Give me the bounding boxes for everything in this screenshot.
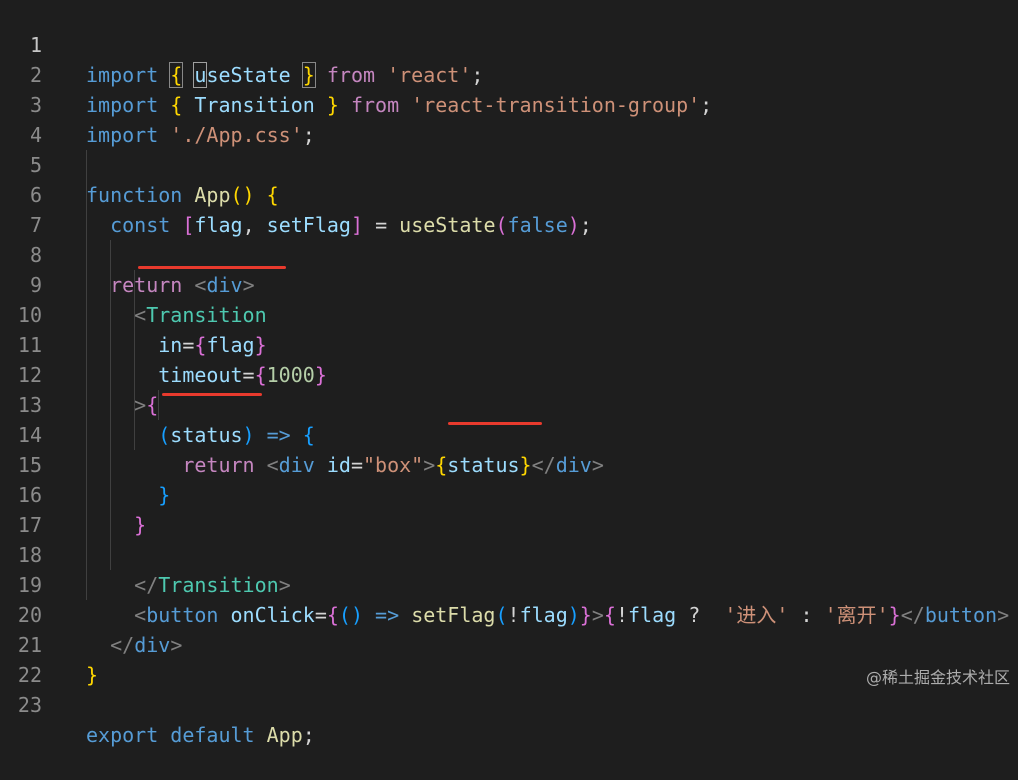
code-text: </div>: [110, 633, 183, 657]
code-text: function App() {: [86, 183, 279, 207]
code-line[interactable]: 15 }: [0, 420, 170, 507]
code-text: timeout={1000}: [158, 363, 327, 387]
line-number: 23: [17, 693, 42, 717]
code-editor[interactable]: 1 import { useState } from 'react'; 2 im…: [0, 0, 1018, 747]
code-line[interactable]: 9 <Transition: [0, 240, 267, 327]
code-line[interactable]: 3 import './App.css';: [0, 60, 315, 147]
code-text: return <div>: [110, 273, 255, 297]
code-text: }: [158, 483, 171, 507]
code-line[interactable]: 13 (status) => {: [0, 360, 315, 447]
code-text: const [flag, setFlag] = useState(false);: [110, 213, 592, 237]
code-line[interactable]: 21 }: [0, 600, 98, 687]
code-line[interactable]: 17: [0, 480, 48, 537]
code-line[interactable]: 7: [0, 180, 48, 237]
code-text: import { useState } from 'react';: [86, 62, 484, 88]
code-line[interactable]: 4: [0, 90, 48, 147]
code-line[interactable]: 16 }: [0, 450, 146, 537]
code-line[interactable]: 18 </Transition>: [0, 510, 291, 597]
code-line[interactable]: 23 export default App;: [0, 660, 315, 747]
code-text: </Transition>: [134, 573, 291, 597]
code-line[interactable]: 12 >{: [0, 330, 158, 417]
code-text: >{: [134, 393, 159, 417]
code-line[interactable]: 10 in={flag}: [0, 270, 267, 357]
code-text: (status) => {: [158, 423, 315, 447]
code-text: <button onClick={() => setFlag(!flag)}>{…: [134, 603, 1010, 627]
code-text: import './App.css';: [86, 123, 315, 147]
code-text: return <div id="box">{status}</div>: [182, 453, 604, 477]
code-line[interactable]: 2 import { Transition } from 'react-tran…: [0, 30, 712, 117]
watermark: @稀土掘金技术社区: [865, 668, 1010, 687]
code-text: in={flag}: [158, 333, 267, 357]
code-line[interactable]: 6 const [flag, setFlag] = useState(false…: [0, 150, 592, 237]
code-line[interactable]: 20 </div>: [0, 570, 182, 657]
code-line[interactable]: 1 import { useState } from 'react';: [0, 0, 483, 88]
code-line[interactable]: 11 timeout={1000}: [0, 300, 327, 387]
code-text: }: [86, 663, 99, 687]
code-text: <Transition: [134, 303, 267, 327]
code-line[interactable]: 5 function App() {: [0, 120, 279, 207]
code-text: import { Transition } from 'react-transi…: [86, 93, 713, 117]
code-text: }: [134, 513, 147, 537]
code-line[interactable]: 19 <button onClick={() => setFlag(!flag)…: [0, 540, 1009, 627]
code-line[interactable]: 22: [0, 630, 48, 687]
annotation-underline-transition: [138, 266, 286, 269]
code-line[interactable]: 14 return <div id="box">{status}</div>: [0, 390, 604, 477]
code-line[interactable]: 8 return <div>: [0, 210, 255, 297]
annotation-underline-status-render: [448, 422, 542, 425]
annotation-underline-status-param: [162, 393, 262, 396]
code-text: export default App;: [86, 723, 315, 747]
